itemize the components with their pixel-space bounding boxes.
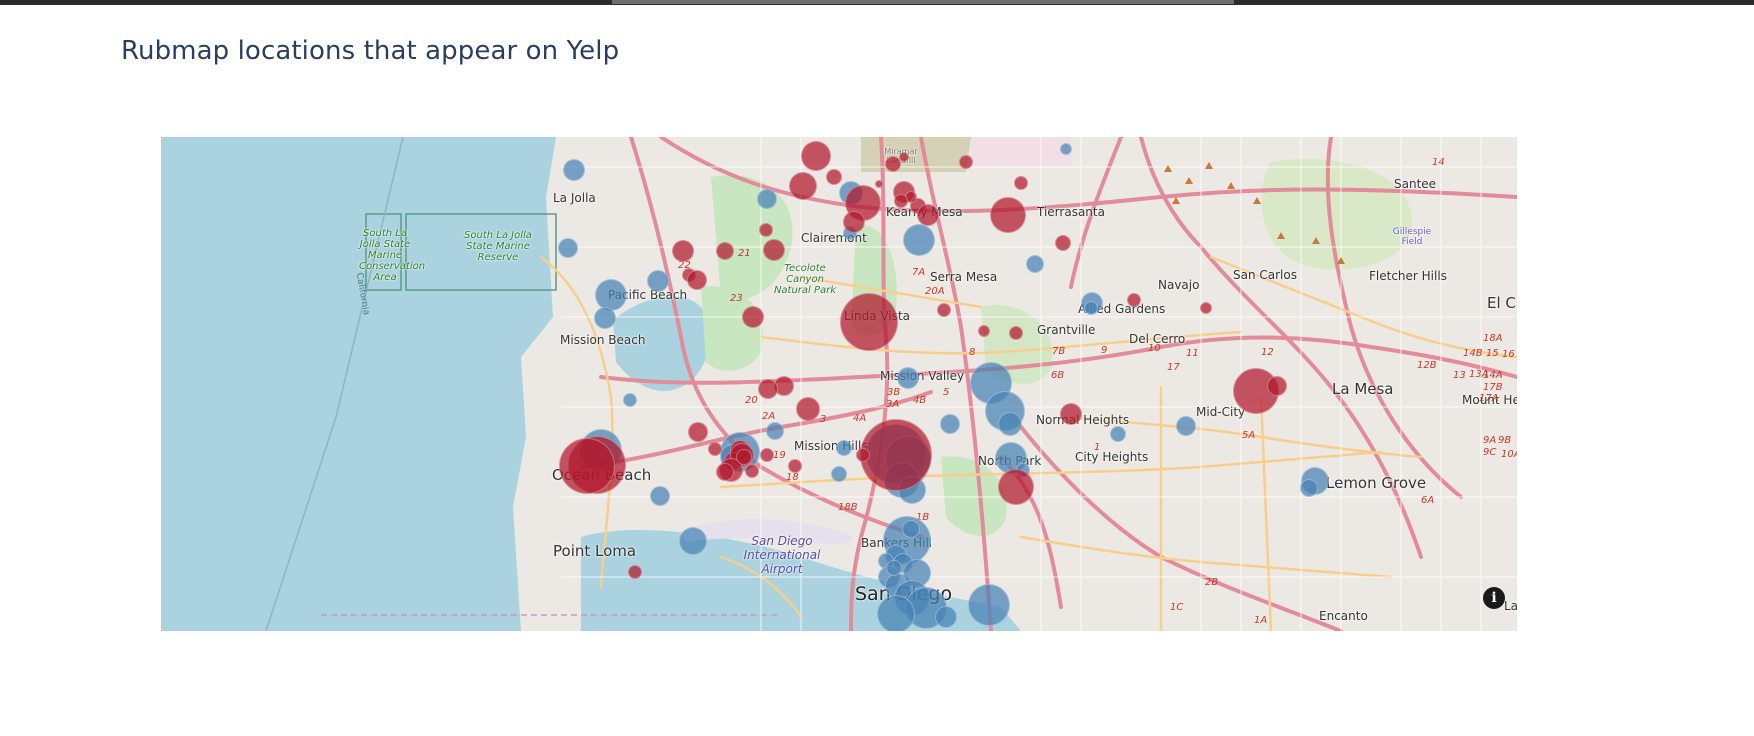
marker-not-on-yelp[interactable] — [903, 224, 935, 256]
marker-not-on-yelp[interactable] — [998, 412, 1022, 436]
marker-on-yelp[interactable] — [826, 169, 842, 185]
marker-not-on-yelp[interactable] — [647, 270, 669, 292]
marker-on-yelp[interactable] — [856, 448, 870, 462]
marker-not-on-yelp[interactable] — [650, 486, 670, 506]
marker-on-yelp[interactable] — [789, 172, 817, 200]
marker-on-yelp[interactable] — [894, 194, 908, 208]
info-button[interactable]: i — [1483, 587, 1505, 609]
page-title: Rubmap locations that appear on Yelp — [121, 36, 620, 66]
marker-layer — [161, 137, 1517, 631]
marker-on-yelp[interactable] — [745, 464, 759, 478]
marker-on-yelp[interactable] — [917, 204, 939, 226]
marker-not-on-yelp[interactable] — [766, 422, 784, 440]
marker-on-yelp[interactable] — [978, 325, 990, 337]
marker-not-on-yelp[interactable] — [1110, 426, 1126, 442]
marker-on-yelp[interactable] — [628, 565, 642, 579]
marker-not-on-yelp[interactable] — [1060, 143, 1072, 155]
marker-not-on-yelp[interactable] — [757, 189, 777, 209]
marker-on-yelp[interactable] — [1014, 176, 1028, 190]
marker-on-yelp[interactable] — [860, 419, 932, 491]
marker-not-on-yelp[interactable] — [886, 560, 902, 576]
marker-not-on-yelp[interactable] — [558, 238, 578, 258]
marker-not-on-yelp[interactable] — [968, 584, 1010, 626]
marker-on-yelp[interactable] — [559, 438, 615, 494]
marker-on-yelp[interactable] — [1009, 326, 1023, 340]
marker-not-on-yelp[interactable] — [897, 367, 919, 389]
marker-not-on-yelp[interactable] — [935, 606, 957, 628]
marker-on-yelp[interactable] — [937, 303, 951, 317]
marker-not-on-yelp[interactable] — [594, 307, 616, 329]
marker-not-on-yelp[interactable] — [1300, 479, 1318, 497]
marker-not-on-yelp[interactable] — [1084, 301, 1098, 315]
marker-not-on-yelp[interactable] — [940, 414, 960, 434]
browser-top-bar — [0, 0, 1754, 5]
marker-on-yelp[interactable] — [843, 211, 865, 233]
marker-not-on-yelp[interactable] — [877, 595, 915, 631]
marker-on-yelp[interactable] — [716, 242, 734, 260]
marker-on-yelp[interactable] — [788, 459, 802, 473]
marker-on-yelp[interactable] — [708, 442, 722, 456]
marker-on-yelp[interactable] — [1055, 235, 1071, 251]
marker-on-yelp[interactable] — [998, 469, 1034, 505]
marker-on-yelp[interactable] — [899, 152, 909, 162]
marker-on-yelp[interactable] — [716, 463, 734, 481]
marker-on-yelp[interactable] — [763, 239, 785, 261]
marker-on-yelp[interactable] — [1267, 376, 1287, 396]
marker-not-on-yelp[interactable] — [563, 159, 585, 181]
marker-on-yelp[interactable] — [688, 422, 708, 442]
marker-on-yelp[interactable] — [1200, 302, 1212, 314]
marker-on-yelp[interactable] — [1060, 403, 1082, 425]
info-icon: i — [1491, 590, 1497, 606]
marker-not-on-yelp[interactable] — [595, 279, 627, 311]
marker-not-on-yelp[interactable] — [1176, 416, 1196, 436]
marker-on-yelp[interactable] — [687, 270, 707, 290]
marker-on-yelp[interactable] — [759, 223, 773, 237]
active-tab-indicator[interactable] — [612, 0, 1234, 4]
map-container[interactable]: La Jolla Pacific Beach Mission Beach Oce… — [161, 137, 1517, 631]
marker-on-yelp[interactable] — [1127, 293, 1141, 307]
marker-not-on-yelp[interactable] — [836, 440, 852, 456]
marker-not-on-yelp[interactable] — [623, 393, 637, 407]
marker-on-yelp[interactable] — [758, 379, 778, 399]
marker-not-on-yelp[interactable] — [831, 466, 847, 482]
marker-on-yelp[interactable] — [760, 448, 774, 462]
marker-on-yelp[interactable] — [990, 197, 1026, 233]
marker-on-yelp[interactable] — [796, 397, 820, 421]
marker-on-yelp[interactable] — [801, 141, 831, 171]
marker-on-yelp[interactable] — [959, 155, 973, 169]
marker-not-on-yelp[interactable] — [679, 527, 707, 555]
marker-on-yelp[interactable] — [736, 449, 752, 465]
marker-on-yelp[interactable] — [742, 306, 764, 328]
marker-not-on-yelp[interactable] — [1026, 255, 1044, 273]
marker-not-on-yelp[interactable] — [902, 520, 920, 538]
marker-on-yelp[interactable] — [840, 293, 898, 351]
marker-on-yelp[interactable] — [672, 240, 694, 262]
marker-on-yelp[interactable] — [875, 180, 883, 188]
